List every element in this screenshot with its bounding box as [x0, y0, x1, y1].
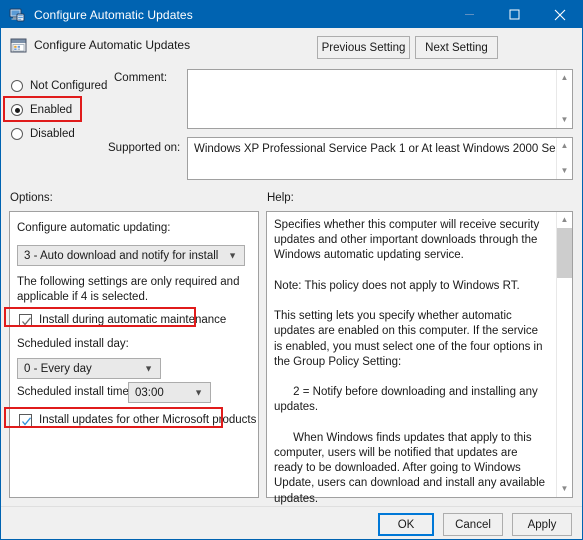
scheduled-install-time-value: 03:00 [135, 386, 164, 399]
supported-on-scrollbar[interactable]: ▲ ▼ [556, 138, 572, 179]
footer-bar: OK Cancel Apply [1, 507, 582, 539]
options-label: Options: [10, 192, 53, 204]
scheduled-install-time-label: Scheduled install time: [17, 386, 133, 398]
scroll-up-icon[interactable]: ▲ [557, 212, 572, 228]
maximize-button[interactable] [492, 1, 537, 28]
ok-button[interactable]: OK [378, 513, 434, 536]
radio-disabled[interactable]: Disabled [11, 126, 75, 142]
help-scrollbar[interactable]: ▲ ▼ [556, 212, 572, 497]
scroll-down-icon[interactable]: ▼ [557, 163, 572, 179]
radio-enabled-mark [11, 104, 23, 116]
policy-setting-icon [10, 37, 27, 54]
previous-setting-button[interactable]: Previous Setting [317, 36, 410, 59]
configure-automatic-updates-dialog: Configure Automatic Updates Configure Au… [0, 0, 583, 540]
help-scrollbar-thumb[interactable] [557, 228, 572, 278]
minimize-button[interactable] [447, 1, 492, 28]
comment-input[interactable]: ▲ ▼ [187, 69, 573, 129]
window-controls [447, 1, 582, 28]
close-button[interactable] [537, 1, 582, 28]
checkbox-other-microsoft-products-label: Install updates for other Microsoft prod… [39, 414, 257, 426]
radio-enabled[interactable]: Enabled [11, 102, 72, 118]
configure-updating-dropdown[interactable]: 3 - Auto download and notify for install… [17, 245, 245, 266]
window-title: Configure Automatic Updates [34, 7, 193, 22]
cancel-button[interactable]: Cancel [443, 513, 503, 536]
help-panel: Specifies whether this computer will rec… [266, 211, 573, 539]
scheduled-install-time-dropdown[interactable]: 03:00 ▼ [128, 382, 211, 403]
scheduled-install-day-value: 0 - Every day [24, 362, 92, 375]
radio-disabled-mark [11, 128, 23, 140]
checkbox-install-during-maintenance[interactable]: Install during automatic maintenance [19, 312, 226, 328]
title-bar: Configure Automatic Updates [1, 1, 582, 28]
scheduled-install-day-dropdown[interactable]: 0 - Every day ▼ [17, 358, 161, 379]
supported-on-field: Windows XP Professional Service Pack 1 o… [187, 137, 573, 180]
comment-label: Comment: [114, 72, 168, 84]
scroll-up-icon[interactable]: ▲ [557, 138, 572, 154]
radio-disabled-label: Disabled [30, 128, 75, 140]
chevron-down-icon: ▼ [228, 250, 237, 260]
radio-not-configured-label: Not Configured [30, 80, 108, 92]
scroll-down-icon[interactable]: ▼ [557, 112, 572, 128]
next-setting-button[interactable]: Next Setting [415, 36, 498, 59]
apply-button[interactable]: Apply [512, 513, 572, 536]
chevron-down-icon: ▼ [144, 363, 153, 373]
setting-header: Configure Automatic Updates Previous Set… [1, 28, 582, 67]
radio-not-configured-mark [11, 80, 23, 92]
options-panel: Configure automatic updating: 3 - Auto d… [9, 211, 259, 498]
checkbox-other-microsoft-products-mark [19, 413, 32, 427]
chevron-down-icon: ▼ [194, 387, 203, 397]
checkbox-other-microsoft-products[interactable]: Install updates for other Microsoft prod… [19, 412, 256, 428]
scroll-up-icon[interactable]: ▲ [557, 70, 572, 86]
configure-updating-value: 3 - Auto download and notify for install [24, 249, 219, 262]
help-text: Specifies whether this computer will rec… [274, 219, 546, 539]
help-label: Help: [267, 192, 294, 204]
computer-policy-icon [9, 7, 25, 23]
configure-updating-label: Configure automatic updating: [17, 222, 171, 234]
scheduled-install-day-label: Scheduled install day: [17, 338, 129, 350]
checkbox-install-during-maintenance-label: Install during automatic maintenance [39, 314, 227, 326]
scroll-down-icon[interactable]: ▼ [557, 481, 572, 497]
supported-on-label: Supported on: [108, 142, 181, 154]
radio-not-configured[interactable]: Not Configured [11, 78, 107, 94]
checkbox-install-during-maintenance-mark [19, 313, 32, 327]
comment-scrollbar[interactable]: ▲ ▼ [556, 70, 572, 128]
setting-title: Configure Automatic Updates [34, 38, 191, 52]
options-note: The following settings are only required… [17, 276, 240, 303]
supported-on-value: Windows XP Professional Service Pack 1 o… [194, 143, 572, 155]
radio-enabled-label: Enabled [30, 104, 73, 116]
